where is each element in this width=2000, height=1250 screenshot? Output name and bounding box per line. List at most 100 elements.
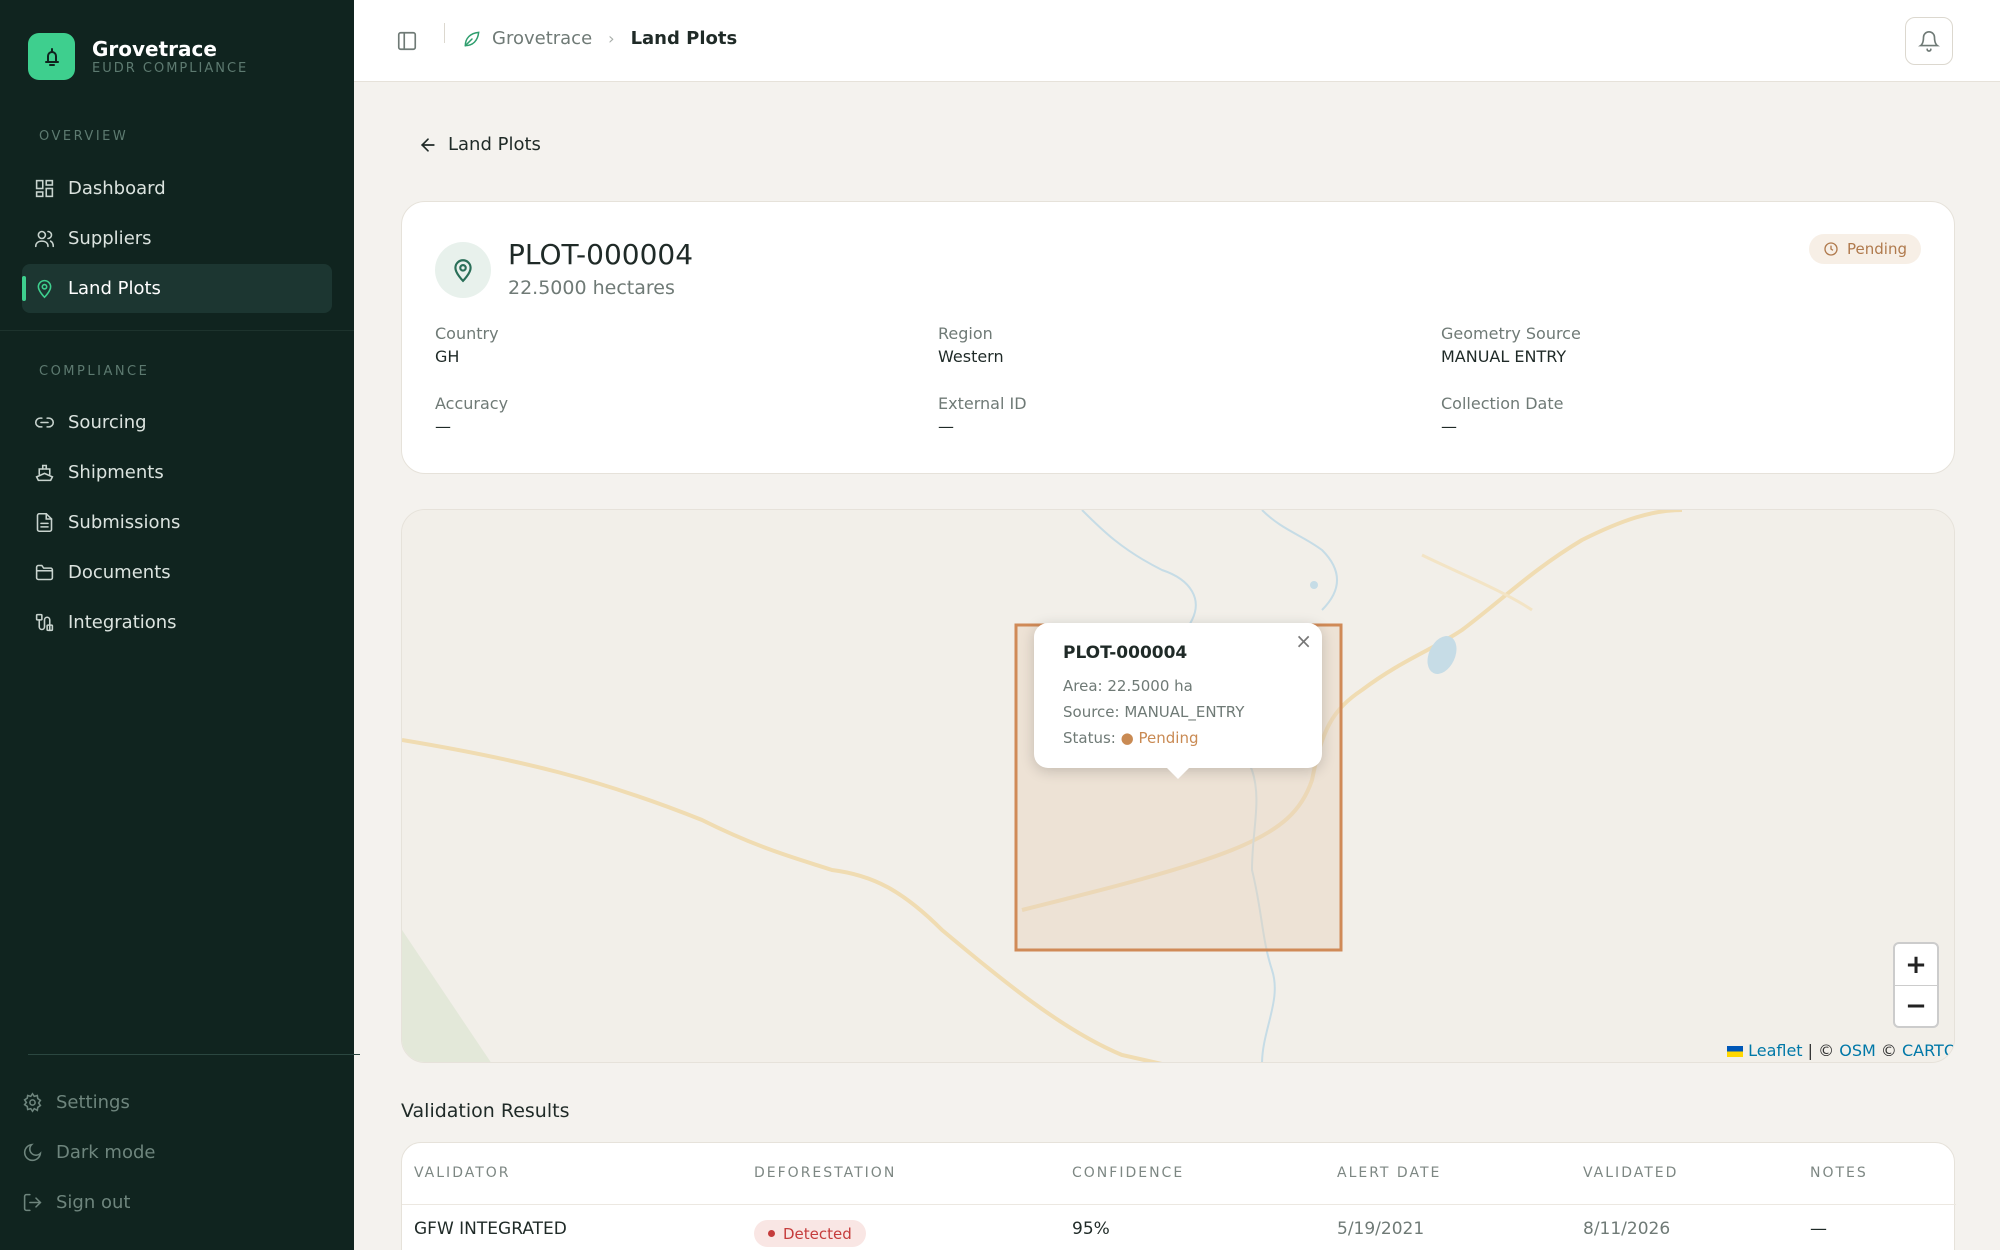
link-icon [34, 417, 55, 428]
moon-icon [23, 1143, 42, 1161]
plot-area: 22.5000 hectares [508, 277, 675, 299]
zoom-out-button[interactable]: − [1895, 985, 1937, 1026]
sidebar-item-label: Settings [56, 1091, 130, 1113]
folder-icon [35, 564, 54, 581]
sidebar-item-label: Sourcing [68, 412, 147, 433]
dark-mode-toggle[interactable]: Dark mode [22, 1132, 155, 1172]
breadcrumb-root[interactable]: Grovetrace [492, 28, 592, 49]
field-label: Region [938, 324, 993, 343]
deforestation-badge: Detected [754, 1220, 866, 1247]
clock-icon [1824, 242, 1838, 256]
brand-logo [28, 33, 75, 80]
sidebar: Grovetrace EUDR COMPLIANCE OVERVIEW Dash… [0, 0, 360, 1250]
sidebar-item-label: Shipments [68, 462, 164, 483]
breadcrumb-current: Land Plots [630, 28, 738, 49]
map-pin-icon [454, 259, 472, 283]
sidebar-item-label: Submissions [68, 512, 181, 533]
popup-source: Source: MANUAL_ENTRY [1063, 699, 1293, 725]
sidebar-item-suppliers[interactable]: Suppliers [22, 214, 332, 263]
popup-source-label: Source: [1063, 703, 1120, 721]
header-separator [444, 23, 445, 43]
field-region: Region Western [938, 323, 1004, 369]
status-badge: Pending [1809, 234, 1921, 264]
plot-map[interactable]: × PLOT-000004 Area: 22.5000 ha Source: M… [401, 509, 1955, 1063]
section-label-overview: OVERVIEW [39, 129, 129, 144]
sidebar-toggle-button[interactable] [396, 30, 418, 52]
attribution-carto-link[interactable]: CARTO [1902, 1041, 1954, 1060]
cell-alert-date: 5/19/2021 [1337, 1219, 1425, 1239]
column-header: VALIDATED [1583, 1165, 1679, 1181]
sidebar-item-label: Documents [68, 562, 171, 583]
field-label: External ID [938, 394, 1027, 413]
brand-subtitle: EUDR COMPLIANCE [92, 60, 249, 76]
field-collection-date: Collection Date — [1441, 393, 1563, 439]
field-label: Country [435, 324, 499, 343]
attribution-leaflet-link[interactable]: Leaflet [1748, 1041, 1802, 1060]
logout-icon [23, 1193, 42, 1211]
sidebar-divider [0, 330, 354, 331]
cell-validator: GFW INTEGRATED [414, 1219, 567, 1239]
plot-details-card: PLOT-000004 22.5000 hectares Pending Cou… [401, 201, 1955, 474]
plot-id-title: PLOT-000004 [508, 238, 694, 271]
dashboard-icon [35, 179, 54, 198]
popup-status-value: Pending [1138, 729, 1199, 747]
top-header: Grovetrace › Land Plots [354, 0, 2000, 82]
popup-status-dot: ● [1120, 729, 1134, 747]
sidebar-divider-bottom [28, 1054, 360, 1055]
sidebar-item-documents[interactable]: Documents [22, 548, 332, 597]
brand[interactable]: Grovetrace EUDR COMPLIANCE [28, 33, 248, 80]
brand-name: Grovetrace [92, 36, 217, 61]
map-popup: × PLOT-000004 Area: 22.5000 ha Source: M… [1034, 623, 1322, 779]
field-label: Collection Date [1441, 394, 1564, 413]
field-label: Geometry Source [1441, 324, 1581, 343]
ukraine-flag-icon [1727, 1046, 1743, 1057]
file-text-icon [36, 512, 53, 533]
validation-title: Validation Results [401, 1100, 570, 1122]
cell-confidence: 95% [1072, 1219, 1110, 1239]
popup-status-label: Status: [1063, 729, 1116, 747]
field-label: Accuracy [435, 394, 509, 413]
notifications-button[interactable] [1905, 17, 1953, 65]
field-value: — [435, 417, 451, 436]
zoom-in-button[interactable]: + [1895, 944, 1937, 985]
column-header: NOTES [1810, 1165, 1868, 1181]
sidebar-item-label: Land Plots [68, 278, 161, 299]
field-external-id: External ID — [938, 393, 1027, 439]
sidebar-item-dashboard[interactable]: Dashboard [22, 164, 332, 213]
leaf-icon [464, 30, 480, 46]
sidebar-item-integrations[interactable]: Integrations [22, 598, 332, 647]
sidebar-item-land-plots[interactable]: Land Plots [22, 264, 332, 313]
sidebar-item-settings[interactable]: Settings [22, 1082, 130, 1122]
popup-source-value: MANUAL_ENTRY [1124, 703, 1245, 721]
sidebar-item-label: Integrations [68, 612, 177, 633]
map-pin-icon [37, 279, 52, 299]
column-header: VALIDATOR [414, 1165, 511, 1181]
sign-out-button[interactable]: Sign out [22, 1182, 130, 1222]
popup-area: Area: 22.5000 ha [1063, 673, 1293, 699]
column-header: CONFIDENCE [1072, 1165, 1185, 1181]
table-divider [402, 1204, 1956, 1205]
section-label-compliance: COMPLIANCE [39, 364, 150, 379]
users-icon [34, 230, 55, 248]
plot-avatar [435, 242, 491, 298]
plug-icon [35, 613, 54, 632]
field-geometry-source: Geometry Source MANUAL ENTRY [1441, 323, 1581, 369]
sidebar-item-sourcing[interactable]: Sourcing [22, 398, 332, 447]
attribution-osm-link[interactable]: OSM [1839, 1041, 1876, 1060]
map-tiles[interactable] [402, 510, 1955, 1063]
attribution-separator: | © [1802, 1041, 1840, 1060]
breadcrumb: Grovetrace › Land Plots [462, 28, 737, 49]
arrow-left-icon [420, 137, 435, 152]
popup-area-label: Area: [1063, 677, 1103, 695]
sidebar-item-submissions[interactable]: Submissions [22, 498, 332, 547]
sidebar-item-shipments[interactable]: Shipments [22, 448, 332, 497]
back-link-label: Land Plots [448, 134, 541, 155]
sidebar-item-label: Suppliers [68, 228, 152, 249]
leaf-logo-icon [44, 47, 59, 66]
popup-status: Status: ● Pending [1063, 725, 1293, 751]
gear-icon [23, 1091, 42, 1113]
back-link[interactable]: Land Plots [418, 134, 541, 155]
map-attribution: Leaflet | © OSM © CARTO [1727, 1041, 1954, 1060]
close-icon[interactable]: × [1295, 629, 1312, 653]
field-value: Western [938, 347, 1004, 366]
